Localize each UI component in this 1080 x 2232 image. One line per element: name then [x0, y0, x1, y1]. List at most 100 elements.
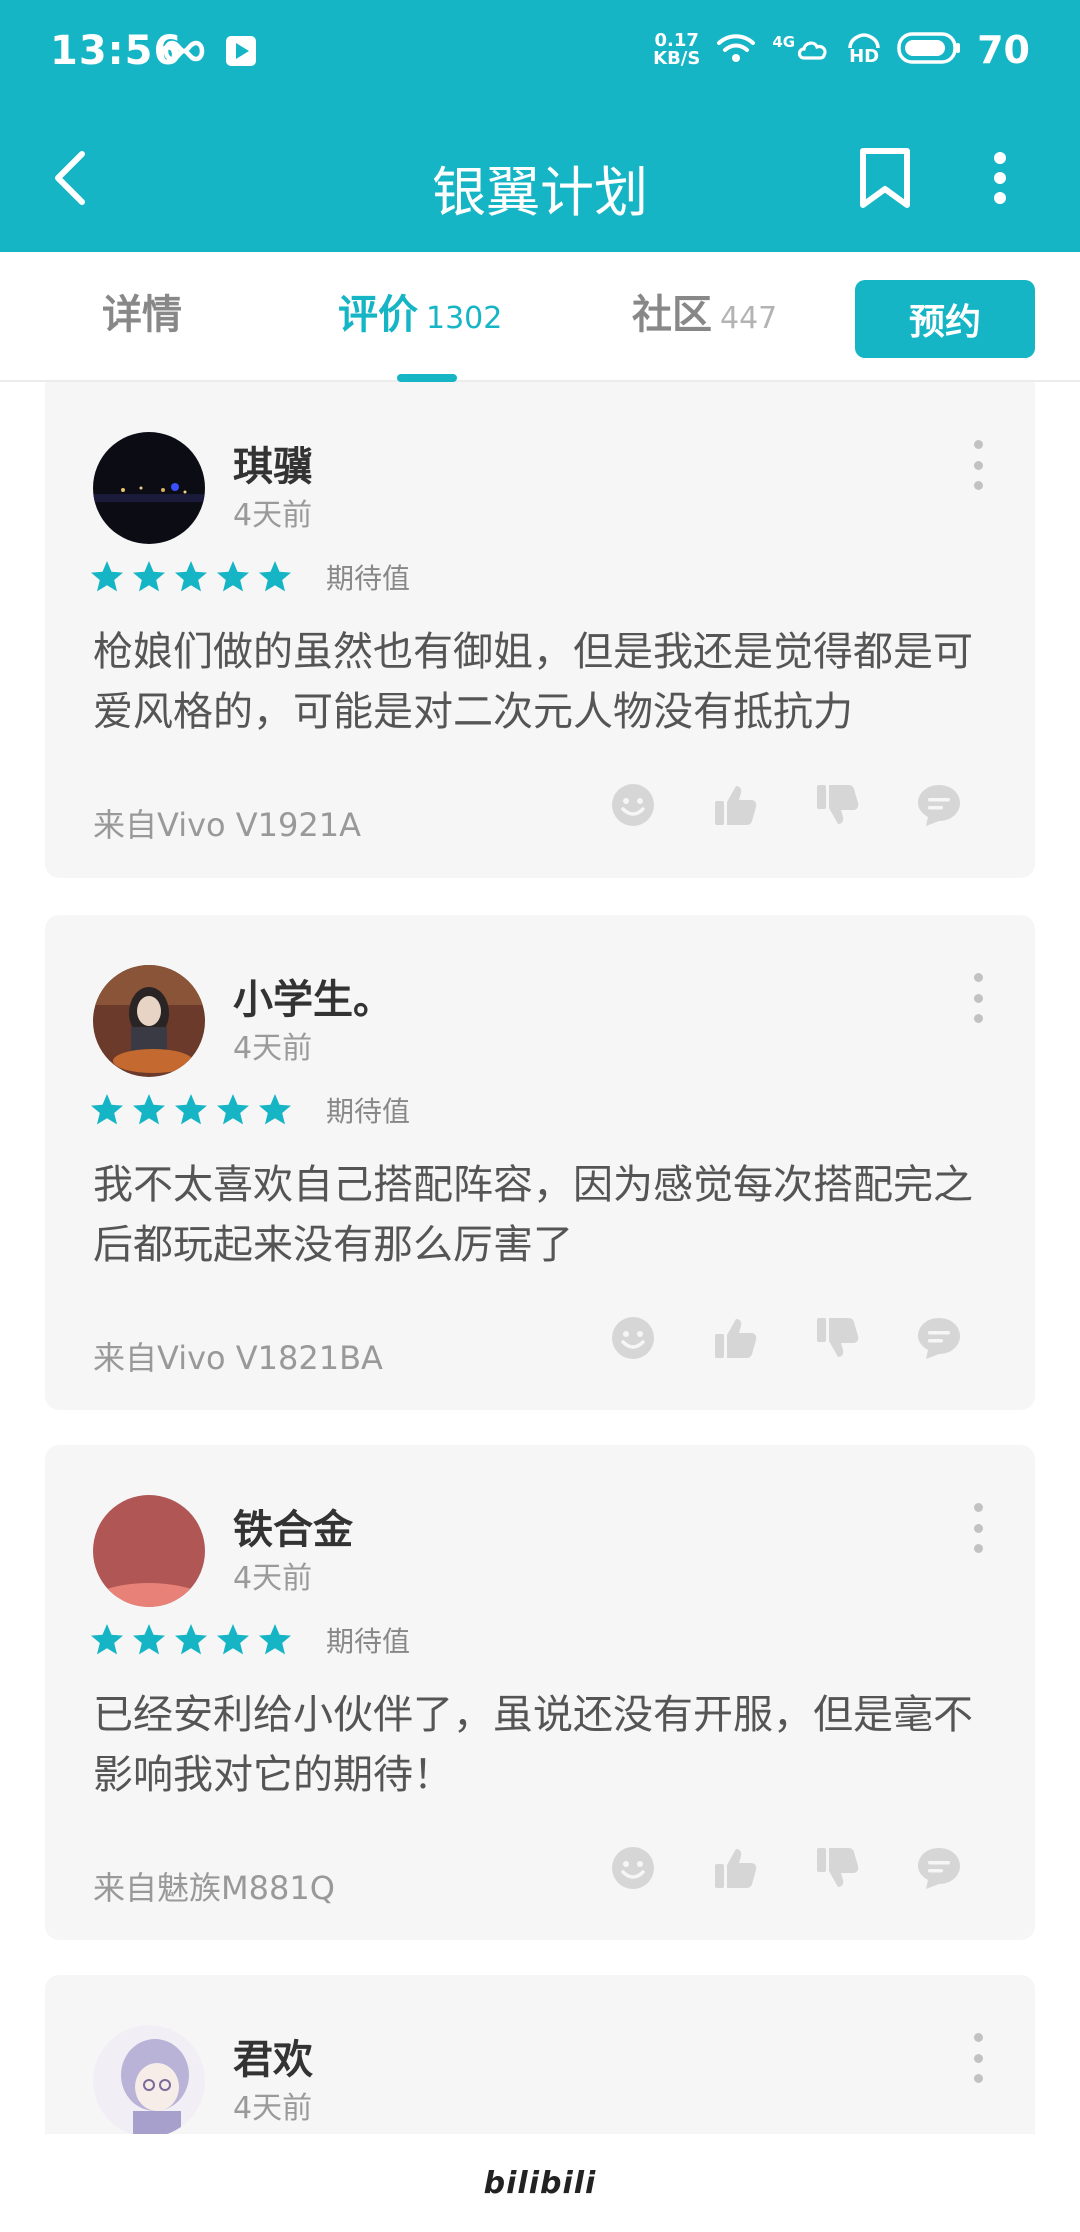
battery-icon: [897, 31, 961, 69]
star-icon: [259, 1624, 291, 1655]
stars: [89, 1622, 299, 1658]
tab-count: 447: [720, 301, 778, 336]
comment-button[interactable]: [916, 1317, 962, 1363]
rating-label: 期待值: [326, 1095, 411, 1128]
app-bar: 银翼计划: [0, 108, 1080, 252]
avatar[interactable]: [93, 2025, 205, 2134]
username[interactable]: 君欢: [233, 2027, 313, 2085]
review-actions: [610, 1317, 962, 1363]
star-icon: [91, 1094, 123, 1125]
device-info: 来自魅族M881Q: [93, 1869, 335, 1907]
video-app-icon: [224, 34, 258, 72]
thumbs-down-icon: [814, 1315, 860, 1365]
tab-label: 评价: [338, 292, 418, 338]
dislike-button[interactable]: [814, 1317, 860, 1363]
tab-details[interactable]: 详情: [102, 282, 182, 352]
review-time: 4天前: [233, 1031, 313, 1066]
thumbs-up-icon: [712, 1315, 758, 1365]
username[interactable]: 铁合金: [233, 1497, 353, 1555]
username[interactable]: 琪骥: [233, 434, 313, 492]
star-icon: [175, 561, 207, 592]
star-icon: [91, 1624, 123, 1655]
wifi-icon: [716, 32, 756, 68]
star-icon: [91, 561, 123, 592]
review-text[interactable]: 我不太喜欢自己搭配阵容，因为感觉每次搭配完之后都玩起来没有那么厉害了: [93, 1155, 993, 1275]
like-button[interactable]: [712, 1317, 758, 1363]
tab-bar: 详情 评价 1302 社区 447 预约: [0, 252, 1080, 382]
star-icon: [133, 1094, 165, 1125]
star-icon: [259, 561, 291, 592]
weather-cloud-icon: [795, 33, 831, 67]
thumbs-down-icon: [814, 782, 860, 832]
review-card: 琪骥 4天前 期待值 枪娘们做的虽然也有御姐，但是我还是觉得都是可爱风格的，可能…: [45, 382, 1035, 878]
smiley-icon: [610, 1315, 656, 1365]
device-info: 来自Vivo V1921A: [93, 806, 361, 844]
rating-label: 期待值: [326, 562, 411, 595]
review-actions: [610, 784, 962, 830]
card-more-button[interactable]: [963, 1503, 993, 1553]
hd-call-icon: HD: [847, 32, 881, 68]
bottom-bar: bilibili: [0, 2134, 1080, 2232]
star-icon: [133, 561, 165, 592]
review-text[interactable]: 枪娘们做的虽然也有御姐，但是我还是觉得都是可爱风格的，可能是对二次元人物没有抵抗…: [93, 622, 993, 742]
thumbs-up-icon: [712, 782, 758, 832]
device-info: 来自Vivo V1821BA: [93, 1339, 383, 1377]
star-icon: [217, 1624, 249, 1655]
star-rating: 期待值: [89, 1090, 410, 1130]
comment-button[interactable]: [916, 784, 962, 830]
star-rating: 期待值: [89, 557, 410, 597]
like-button[interactable]: [712, 1847, 758, 1893]
avatar[interactable]: [93, 1495, 205, 1607]
review-time: 4天前: [233, 1561, 313, 1596]
star-icon: [175, 1094, 207, 1125]
rating-label: 期待值: [326, 1625, 411, 1658]
bilibili-logo: bilibili: [483, 2165, 597, 2201]
reserve-button[interactable]: 预约: [855, 280, 1035, 358]
tab-label: 社区: [632, 292, 712, 338]
bookmark-button[interactable]: [850, 140, 920, 220]
review-text[interactable]: 已经安利给小伙伴了，虽说还没有开服，但是毫不影响我对它的期待！: [93, 1685, 993, 1805]
username[interactable]: 小学生。: [233, 967, 393, 1025]
card-more-button[interactable]: [963, 973, 993, 1023]
stars: [89, 1092, 299, 1128]
card-more-button[interactable]: [963, 440, 993, 490]
review-card: 君欢 4天前: [45, 1975, 1035, 2134]
comment-icon: [916, 1845, 962, 1895]
review-time: 4天前: [233, 498, 313, 533]
avatar[interactable]: [93, 965, 205, 1077]
bookmark-icon: [858, 147, 912, 213]
active-tab-indicator: [397, 374, 457, 382]
review-actions: [610, 1847, 962, 1893]
card-more-button[interactable]: [963, 2033, 993, 2083]
star-icon: [217, 561, 249, 592]
comment-button[interactable]: [916, 1847, 962, 1893]
dislike-button[interactable]: [814, 784, 860, 830]
review-feed[interactable]: 琪骥 4天前 期待值 枪娘们做的虽然也有御姐，但是我还是觉得都是可爱风格的，可能…: [0, 382, 1080, 2134]
more-options-button[interactable]: [970, 140, 1030, 220]
tab-count: 1302: [426, 301, 503, 336]
emoji-reaction-button[interactable]: [610, 1847, 656, 1893]
emoji-reaction-button[interactable]: [610, 784, 656, 830]
thumbs-up-icon: [712, 1845, 758, 1895]
stars: [89, 559, 299, 595]
emoji-reaction-button[interactable]: [610, 1317, 656, 1363]
tab-community[interactable]: 社区 447: [632, 282, 777, 352]
comment-icon: [916, 1315, 962, 1365]
star-icon: [217, 1094, 249, 1125]
review-card: 小学生。 4天前 期待值 我不太喜欢自己搭配阵容，因为感觉每次搭配完之后都玩起来…: [45, 915, 1035, 1410]
smiley-icon: [610, 782, 656, 832]
infinity-icon: [160, 36, 208, 70]
like-button[interactable]: [712, 784, 758, 830]
smiley-icon: [610, 1845, 656, 1895]
network-speed: 0.17 KB/S: [653, 30, 701, 69]
tab-label: 详情: [102, 292, 182, 338]
battery-level: 70: [977, 28, 1030, 72]
network-type: 4G: [772, 33, 796, 51]
review-card: 铁合金 4天前 期待值 已经安利给小伙伴了，虽说还没有开服，但是毫不影响我对它的…: [45, 1445, 1035, 1940]
star-icon: [175, 1624, 207, 1655]
review-time: 4天前: [233, 2091, 313, 2126]
status-bar: 13:56 0.17 KB/S 4G HD 70: [0, 0, 1080, 108]
avatar[interactable]: [93, 432, 205, 544]
dislike-button[interactable]: [814, 1847, 860, 1893]
tab-reviews[interactable]: 评价 1302: [338, 282, 502, 352]
